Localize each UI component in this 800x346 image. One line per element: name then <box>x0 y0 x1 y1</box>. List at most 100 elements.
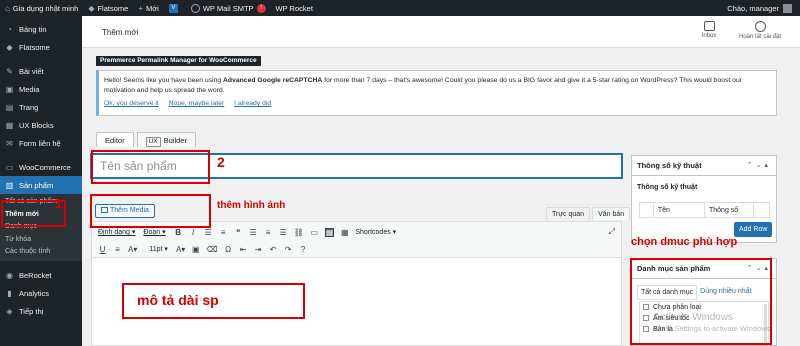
wordpress-icon <box>190 3 200 13</box>
sidebar-item-media[interactable]: ▣ Media <box>0 80 82 98</box>
annotation-media-note: thêm hình ảnh <box>217 200 286 211</box>
progress-circle-icon <box>754 21 766 32</box>
fullscreen-icon[interactable]: ⤢ <box>609 227 615 237</box>
notice-link-done[interactable]: I already did <box>234 100 271 107</box>
sidebar-item-dashboard[interactable]: ◔ Bảng tin <box>0 20 82 38</box>
annotation-category-note: chọn dmuc phù hợp <box>631 236 738 248</box>
toolbar-toggle-icon[interactable]: ▦ <box>324 227 335 237</box>
notice-link-ok[interactable]: Ok, you deserve it <box>104 100 159 107</box>
undo-icon[interactable]: ↶ <box>269 245 278 254</box>
v-plugin-icon: V <box>168 3 178 13</box>
page-title: Thêm mới <box>102 28 139 37</box>
underline-icon[interactable]: U <box>98 245 107 254</box>
annotation-box-media <box>90 194 211 228</box>
font-size-dropdown[interactable]: 11pt ▾ <box>149 245 168 253</box>
specs-panel-header[interactable]: Thông số kỹ thuật ⌃⌄▴ <box>632 156 776 176</box>
text-color-icon[interactable]: A▾ <box>128 245 137 254</box>
home-icon: ⌂ <box>5 3 10 13</box>
font-color-icon[interactable]: A▾ <box>176 245 185 254</box>
media-icon: ▣ <box>5 84 14 94</box>
sidebar-item-contact-form[interactable]: ✉ Form liên hệ <box>0 134 82 152</box>
wp-mail-smtp-link[interactable]: WP Mail SMTP ! <box>186 0 271 16</box>
site-name: Gia dụng nhật minh <box>12 3 79 13</box>
toolbar-row-2: U ≡ A▾ 11pt ▾ A▾ ▣ ⌫ Ω ⇤ ⇥ ↶ ↷ ? <box>98 241 314 257</box>
help-icon[interactable]: ? <box>299 245 308 254</box>
format-dropdown[interactable]: Định dạng ▾ <box>98 228 135 236</box>
avatar <box>783 3 792 13</box>
inbox-icon <box>703 21 715 31</box>
finish-setup-button[interactable]: Hoàn tất cài đặt <box>730 21 790 40</box>
site-name-link[interactable]: ⌂ Gia dụng nhật minh <box>0 0 83 16</box>
indent-icon[interactable]: ⇥ <box>254 245 263 254</box>
col-value: Thông số <box>705 203 755 217</box>
special-char-icon[interactable]: Ω <box>224 245 233 254</box>
ux-logo: UX <box>145 137 161 147</box>
panel-controls-icon[interactable]: ⌃⌄▴ <box>747 156 771 176</box>
page-icon: ▤ <box>5 102 14 112</box>
alert-badge: ! <box>256 3 266 13</box>
submenu-tags[interactable]: Từ khóa <box>0 234 82 247</box>
sidebar-item-pages[interactable]: ▤ Trang <box>0 98 82 116</box>
product-icon: ▥ <box>5 180 14 190</box>
sidebar-item-flatsome[interactable]: ◆ Flatsome <box>0 38 82 56</box>
tab-ux-builder[interactable]: UX Builder <box>136 132 196 147</box>
woo-icon: ▭ <box>5 162 14 172</box>
notice-link-later[interactable]: Nope, maybe later <box>169 100 225 107</box>
align-center-icon[interactable]: ≡ <box>264 228 273 237</box>
link-icon[interactable]: ⛓ <box>294 228 304 237</box>
sidebar-item-berocket[interactable]: ◉ BeRocket <box>0 267 82 285</box>
bullet-list-icon[interactable]: ☰ <box>204 228 213 237</box>
sidebar-item-ux-blocks[interactable]: ▦ UX Blocks <box>0 116 82 134</box>
tab-text[interactable]: Văn bản <box>592 207 631 220</box>
account-menu[interactable]: Chào, manager <box>722 0 800 16</box>
col-actions <box>754 203 769 217</box>
annotation-box-title <box>91 150 210 184</box>
wp-rocket-link[interactable]: WP Rocket <box>271 0 318 16</box>
editor-mode-tabs: Editor UX Builder <box>96 132 199 147</box>
inbox-button[interactable]: Inbox <box>699 21 719 39</box>
sidebar-item-analytics[interactable]: ▮ Analytics <box>0 285 82 303</box>
bold-icon[interactable]: B <box>174 228 183 237</box>
read-more-icon[interactable]: ▭ <box>310 228 319 237</box>
flatsome-icon: ◆ <box>88 3 95 13</box>
align-left-icon[interactable]: ☰ <box>249 228 258 237</box>
col-name: Tên <box>654 203 705 217</box>
sidebar-item-posts[interactable]: ✎ Bài viết <box>0 62 82 80</box>
chart-icon: ▮ <box>7 289 12 298</box>
redo-icon[interactable]: ↷ <box>284 245 293 254</box>
berocket-icon: ◉ <box>6 271 13 280</box>
windows-watermark-title: Activate Windows <box>654 312 733 323</box>
sidebar-item-woocommerce[interactable]: ▭ WooCommerce <box>0 158 82 176</box>
theme-link[interactable]: ◆ Flatsome <box>83 0 133 16</box>
tab-editor[interactable]: Editor <box>96 132 134 147</box>
blocks-icon: ▦ <box>5 120 14 130</box>
row-number-col <box>640 203 654 217</box>
italic-icon[interactable]: I <box>189 228 198 237</box>
outdent-icon[interactable]: ⇤ <box>239 245 248 254</box>
blockquote-icon[interactable]: ❝ <box>234 228 243 237</box>
sidebar-item-marketing[interactable]: ◈ Tiếp thị <box>0 303 82 321</box>
v-plugin-link[interactable]: V <box>164 0 186 16</box>
mail-icon: ✉ <box>6 138 13 148</box>
paste-text-icon[interactable]: ▣ <box>191 245 200 254</box>
notice-text: Hello! Seems like you have been using Ad… <box>104 77 742 94</box>
plus-icon: + <box>138 3 143 13</box>
admin-bar: ⌂ Gia dụng nhật minh ◆ Flatsome + Mới V … <box>0 0 800 16</box>
notice-links: Ok, you deserve it Nope, maybe later I a… <box>104 99 771 109</box>
numbered-list-icon[interactable]: ≡ <box>219 228 228 237</box>
specs-subtitle: Thông số kỹ thuật <box>637 184 698 191</box>
windows-watermark-subtitle: Go to Settings to activate Windows. <box>654 324 773 333</box>
align-right-icon[interactable]: ☰ <box>279 228 288 237</box>
marketing-icon: ◈ <box>6 307 13 316</box>
clear-format-icon[interactable]: ⌫ <box>206 245 217 254</box>
sidebar-item-products[interactable]: ▥ Sản phẩm <box>0 176 82 194</box>
justify-icon[interactable]: ≡ <box>113 245 122 254</box>
shortcodes-dropdown[interactable]: Shortcodes ▾ <box>355 228 396 236</box>
table-icon[interactable]: ▦ <box>340 228 349 237</box>
new-link[interactable]: + Mới <box>133 0 164 16</box>
add-row-button[interactable]: Add Row <box>734 222 773 237</box>
submenu-attributes[interactable]: Các thuộc tính <box>0 246 82 259</box>
tab-visual[interactable]: Trực quan <box>546 207 591 220</box>
paragraph-dropdown[interactable]: Đoạn ▾ <box>143 228 165 236</box>
specs-table-header: Tên Thông số <box>639 202 770 218</box>
